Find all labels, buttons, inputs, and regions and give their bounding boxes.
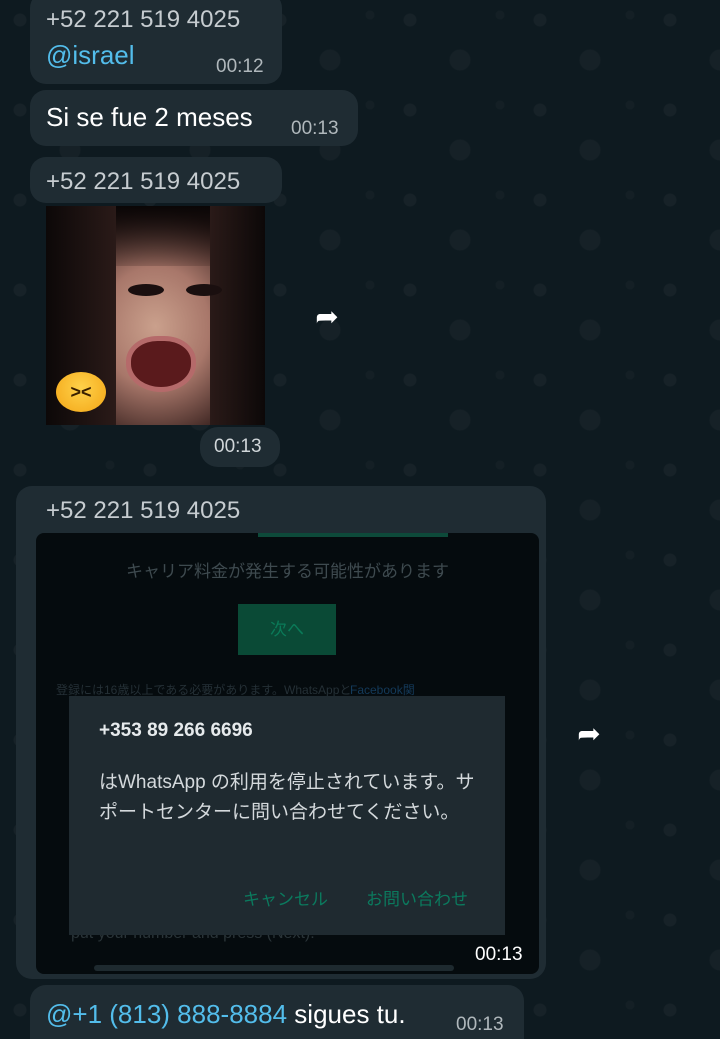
- next-button: 次へ: [238, 604, 336, 655]
- angry-face-icon: ><: [56, 372, 106, 412]
- sticker-mouth: [126, 336, 196, 392]
- message-time: 00:13: [475, 944, 523, 965]
- dialog-cancel-button: キャンセル: [243, 890, 328, 909]
- sender-header-bubble: +52 221 519 4025: [30, 157, 282, 203]
- mention-link[interactable]: @israel: [46, 40, 135, 71]
- message-text: @+1 (813) 888-8884 sigues tu.: [46, 999, 406, 1030]
- message-bubble[interactable]: @+1 (813) 888-8884 sigues tu. 00:13: [30, 985, 524, 1039]
- sticker-time-pill: 00:13: [200, 427, 280, 467]
- sticker-image[interactable]: ><: [46, 206, 265, 425]
- sender-name[interactable]: +52 221 519 4025: [46, 497, 240, 525]
- sender-name[interactable]: +52 221 519 4025: [46, 6, 240, 34]
- sticker-eye: [186, 284, 222, 296]
- carrier-notice: キャリア料金が発生する可能性があります: [126, 562, 449, 581]
- sender-name[interactable]: +52 221 519 4025: [46, 168, 240, 196]
- message-bubble[interactable]: Si se fue 2 meses 00:13: [30, 90, 358, 146]
- sticker-eye: [128, 284, 164, 296]
- message-time: 00:13: [214, 436, 262, 457]
- message-bubble[interactable]: +52 221 519 4025 @israel 00:12: [30, 0, 282, 84]
- message-text-tail: sigues tu.: [287, 999, 406, 1029]
- forward-icon[interactable]: ➦: [572, 717, 606, 751]
- forward-icon[interactable]: ➦: [310, 300, 344, 334]
- banned-dialog: +353 89 266 6696 はWhatsApp の利用を停止されています。…: [69, 696, 505, 935]
- mention-link[interactable]: @+1 (813) 888-8884: [46, 999, 287, 1029]
- message-time: 00:13: [291, 118, 339, 139]
- accent-line: [258, 533, 448, 537]
- dialog-body: はWhatsApp の利用を停止されています。サポートセンターに問い合わせてくだ…: [99, 772, 475, 823]
- message-time: 00:13: [456, 1014, 504, 1035]
- sticker-hair: [210, 206, 265, 425]
- dialog-contact-button: お問い合わせ: [366, 890, 468, 909]
- scroll-indicator: [94, 965, 454, 971]
- message-text: Si se fue 2 meses: [46, 102, 253, 132]
- dialog-title: +353 89 266 6696: [99, 720, 253, 741]
- message-time: 00:12: [216, 56, 264, 77]
